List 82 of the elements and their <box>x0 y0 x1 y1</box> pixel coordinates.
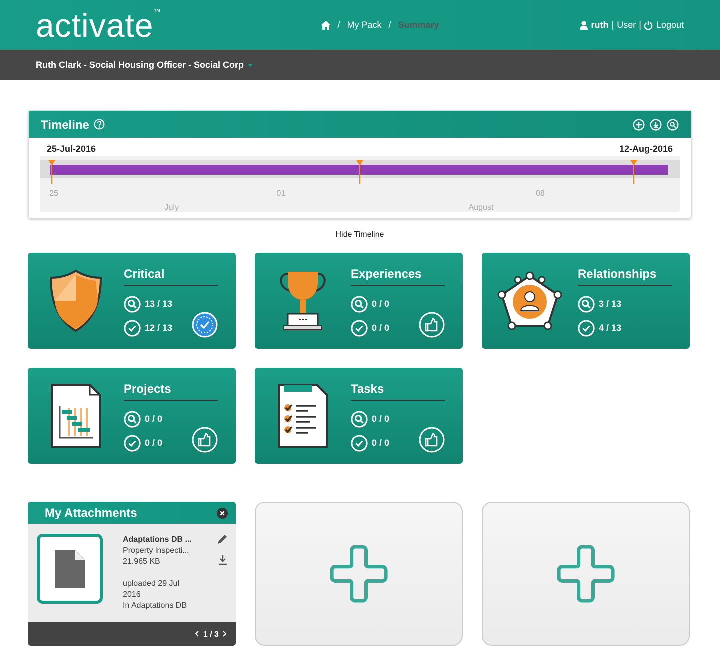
day-label: 25 <box>50 189 58 198</box>
thumbs-up-icon[interactable] <box>192 427 218 453</box>
file-location: In Adaptations DB <box>123 600 188 611</box>
month-label: August <box>468 203 494 212</box>
divider: | <box>639 20 642 30</box>
checklist-icon <box>278 384 328 448</box>
home-icon[interactable] <box>320 20 331 30</box>
search-count: 0 / 0 <box>372 299 390 309</box>
file-description: Property inspecti... <box>123 545 190 556</box>
card-title: Tasks <box>351 382 445 401</box>
gantt-document-icon <box>51 384 101 448</box>
divider: | <box>612 20 614 30</box>
completed-count: 0 / 0 <box>145 438 163 448</box>
panel-title: My Attachments <box>45 506 138 520</box>
thumbs-up-icon[interactable] <box>419 427 445 453</box>
check-icon <box>124 320 141 336</box>
add-icon[interactable] <box>329 544 389 604</box>
user-name[interactable]: ruth <box>591 20 609 30</box>
verified-badge-icon[interactable] <box>192 312 218 338</box>
close-icon[interactable] <box>217 508 228 518</box>
user-role: User <box>617 20 636 30</box>
card-title: Relationships <box>578 267 672 286</box>
search-count: 0 / 0 <box>145 414 163 424</box>
summary-card[interactable]: Tasks 0 / 0 0 / 0 <box>255 368 463 464</box>
add-icon[interactable] <box>556 544 616 604</box>
file-name[interactable]: Adaptations DB ... <box>123 534 197 545</box>
document-icon <box>55 550 85 588</box>
logout-link[interactable]: Logout <box>656 20 684 30</box>
shield-icon <box>48 269 104 333</box>
summary-card[interactable]: Relationships 3 / 13 4 / 13 <box>482 253 690 349</box>
search-count: 3 / 13 <box>599 299 622 309</box>
upload-date: uploaded 29 Jul 2016 <box>123 578 180 600</box>
summary-card[interactable]: Critical 13 / 13 12 / 13 <box>28 253 236 349</box>
card-title: Critical <box>124 267 218 286</box>
power-icon[interactable] <box>644 20 654 30</box>
check-icon <box>351 434 368 452</box>
panel-title: Timeline <box>41 118 90 132</box>
empty-slot[interactable] <box>482 502 690 646</box>
person-icon <box>580 20 588 30</box>
hide-timeline-link[interactable]: Hide Timeline <box>336 230 384 239</box>
timeline-bar-drawing[interactable] <box>40 160 680 184</box>
breadcrumb-separator: / <box>338 20 340 30</box>
caret-icon[interactable] <box>248 64 254 66</box>
search-icon <box>351 410 368 428</box>
thumbs-up-icon[interactable] <box>419 312 445 338</box>
network-icon <box>497 271 563 331</box>
month-label: July <box>164 203 180 212</box>
card-title: Projects <box>124 382 218 401</box>
page-indicator: 1 / 3 <box>203 630 219 638</box>
search-icon <box>351 296 368 312</box>
summary-card[interactable]: Projects 0 / 0 0 / 0 <box>28 368 236 464</box>
search-icon[interactable] <box>667 118 679 130</box>
previous-icon[interactable] <box>195 631 200 637</box>
day-label: 08 <box>536 189 545 198</box>
file-size: 21.965 KB <box>123 556 162 567</box>
file-thumbnail[interactable] <box>37 534 103 604</box>
completed-count: 12 / 13 <box>145 323 173 333</box>
day-label: 01 <box>276 189 286 198</box>
help-icon[interactable] <box>94 119 106 130</box>
search-count: 0 / 0 <box>372 414 390 424</box>
download-icon[interactable] <box>218 555 226 565</box>
user-context: Ruth Clark - Social Housing Officer - Social Corp <box>36 60 244 70</box>
empty-slot[interactable] <box>255 502 463 646</box>
start-date: 25-Jul-2016 <box>47 144 96 154</box>
check-icon <box>124 434 141 452</box>
next-icon[interactable] <box>223 631 227 637</box>
app-logo[interactable]: activate <box>36 8 154 42</box>
breadcrumb-link[interactable]: My Pack <box>347 20 382 30</box>
search-count: 13 / 13 <box>145 299 173 309</box>
completed-count: 4 / 13 <box>599 323 622 333</box>
search-icon <box>124 410 141 428</box>
pencil-icon[interactable] <box>217 534 228 545</box>
search-icon <box>124 296 141 312</box>
check-icon <box>351 320 368 336</box>
end-date: 12-Aug-2016 <box>619 144 673 154</box>
completed-count: 0 / 0 <box>372 438 390 448</box>
search-icon <box>578 296 595 312</box>
summary-card[interactable]: Experiences 0 / 0 0 / 0 <box>255 253 463 349</box>
card-title: Experiences <box>351 267 445 286</box>
check-icon <box>578 320 595 336</box>
completed-count: 0 / 0 <box>372 323 390 333</box>
breadcrumb-separator: / <box>388 20 392 30</box>
